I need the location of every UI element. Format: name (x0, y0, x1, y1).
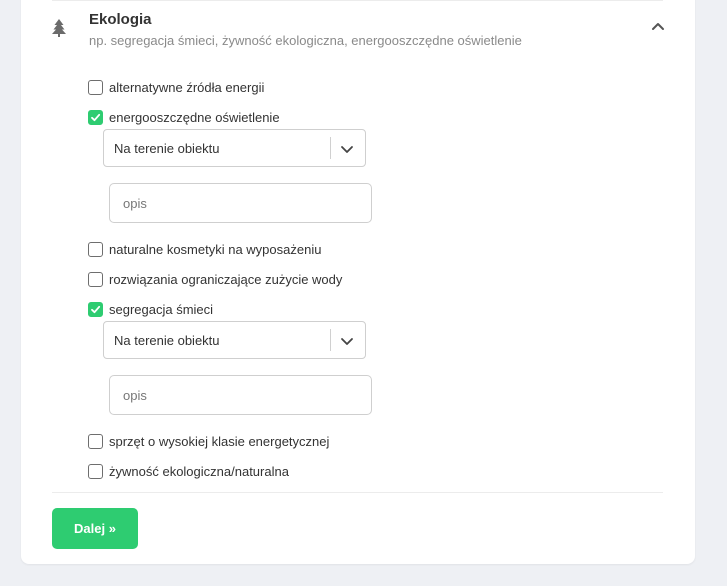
check-icon (91, 113, 101, 121)
chevron-down-icon[interactable] (340, 142, 354, 156)
checkbox-alternative-energy[interactable] (88, 79, 103, 95)
footer-divider (52, 492, 663, 493)
checkbox-organic-food[interactable] (88, 463, 103, 479)
select-value: Na terenie obiektu (114, 141, 220, 156)
list-item-organic-food: żywność ekologiczna/naturalna (88, 462, 289, 480)
checkbox-energy-efficient-equipment[interactable] (88, 433, 103, 449)
select-separator (330, 329, 331, 351)
top-divider (52, 0, 663, 1)
checkbox-label: żywność ekologiczna/naturalna (109, 463, 289, 479)
chevron-down-icon[interactable] (340, 334, 354, 348)
ecology-section-card: Ekologia np. segregacja śmieci, żywność … (21, 0, 695, 564)
location-select-lighting[interactable]: Na terenie obiektu (103, 129, 366, 167)
section-subtitle: np. segregacja śmieci, żywność ekologicz… (89, 33, 522, 48)
description-input-waste[interactable] (109, 375, 372, 415)
list-item-waste-segregation: segregacja śmieci (88, 300, 213, 318)
description-input-lighting[interactable] (109, 183, 372, 223)
select-separator (330, 137, 331, 159)
list-item-alternative-energy: alternatywne źródła energii (88, 78, 264, 96)
list-item-energy-saving-lighting: energooszczędne oświetlenie (88, 108, 280, 126)
next-button[interactable]: Dalej » (52, 508, 138, 549)
checkbox-label: energooszczędne oświetlenie (109, 109, 280, 125)
checkbox-label: alternatywne źródła energii (109, 79, 265, 95)
list-item-energy-efficient-equipment: sprzęt o wysokiej klasie energetycznej (88, 432, 329, 450)
chevron-up-icon[interactable] (649, 18, 667, 34)
checkbox-label: naturalne kosmetyki na wyposażeniu (109, 241, 322, 257)
section-title: Ekologia (89, 11, 152, 28)
checkbox-water-saving[interactable] (88, 271, 103, 287)
checkbox-natural-cosmetics[interactable] (88, 241, 103, 257)
list-item-natural-cosmetics: naturalne kosmetyki na wyposażeniu (88, 240, 321, 258)
checkbox-waste-segregation[interactable] (88, 301, 103, 317)
checkbox-energy-saving-lighting[interactable] (88, 109, 103, 125)
check-icon (91, 305, 101, 313)
checkbox-label: segregacja śmieci (109, 301, 214, 317)
checkbox-label: sprzęt o wysokiej klasie energetycznej (109, 433, 330, 449)
list-item-water-saving: rozwiązania ograniczające zużycie wody (88, 270, 342, 288)
select-value: Na terenie obiektu (114, 333, 220, 348)
tree-icon (52, 19, 66, 37)
location-select-waste[interactable]: Na terenie obiektu (103, 321, 366, 359)
checkbox-label: rozwiązania ograniczające zużycie wody (109, 271, 343, 287)
